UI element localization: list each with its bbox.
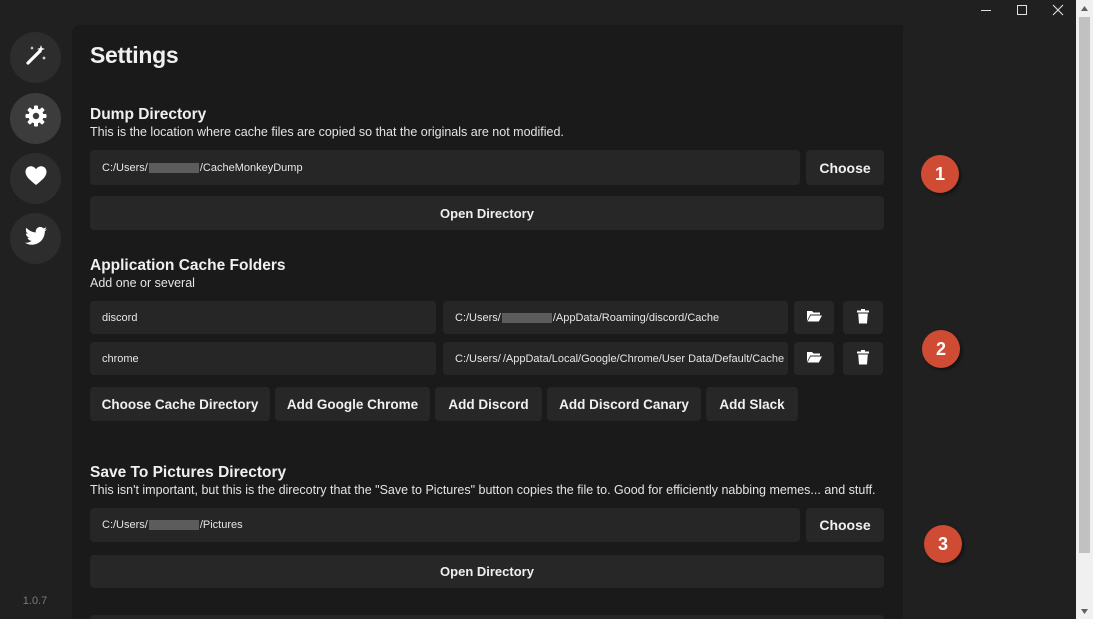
scrollbar-thumb[interactable]	[1079, 17, 1090, 553]
next-section-edge	[90, 615, 884, 619]
pictures-section-description: This isn't important, but this is the di…	[90, 483, 876, 497]
dump-section-description: This is the location where cache files a…	[90, 125, 564, 139]
settings-panel: Settings Dump Directory This is the loca…	[72, 25, 903, 619]
vertical-scrollbar[interactable]	[1076, 0, 1093, 619]
trash-icon	[857, 349, 869, 368]
cache-name-input[interactable]	[90, 301, 436, 334]
pictures-open-directory-button[interactable]: Open Directory	[90, 555, 884, 588]
annotation-badge: 1	[921, 155, 959, 193]
redacted-username	[148, 520, 199, 530]
pictures-path-input[interactable]: C:/Users//Pictures	[90, 508, 800, 542]
nav-magic-button[interactable]	[10, 32, 61, 83]
choose-cache-directory-button[interactable]: Choose Cache Directory	[90, 387, 270, 421]
scroll-up-arrow-icon[interactable]	[1076, 0, 1093, 16]
maximize-icon	[1016, 3, 1028, 21]
nav-favorites-button[interactable]	[10, 153, 61, 204]
gear-icon	[24, 104, 48, 133]
redacted-username	[148, 162, 199, 173]
dump-choose-button[interactable]: Choose	[806, 150, 884, 185]
pictures-section-title: Save To Pictures Directory	[90, 464, 287, 481]
add-slack-button[interactable]: Add Slack	[706, 387, 798, 421]
close-button[interactable]	[1048, 2, 1068, 22]
close-icon	[1052, 3, 1064, 21]
nav-rail: 1.0.7	[0, 0, 70, 619]
minimize-icon	[980, 3, 992, 21]
twitter-icon	[24, 224, 48, 253]
cache-section-description: Add one or several	[90, 276, 195, 290]
redacted-username	[501, 312, 552, 323]
dump-section-title: Dump Directory	[90, 106, 207, 123]
cache-path-input[interactable]: C:/Users//AppData/Roaming/discord/Cache	[443, 301, 788, 334]
nav-settings-button[interactable]	[10, 93, 61, 144]
cache-path-input[interactable]: C:/Users//AppData/Local/Google/Chrome/Us…	[443, 342, 788, 375]
maximize-button[interactable]	[1012, 2, 1032, 22]
cache-section-title: Application Cache Folders	[90, 257, 286, 274]
dump-path-input[interactable]: C:/Users//CacheMonkeyDump	[90, 150, 800, 185]
app-version: 1.0.7	[22, 595, 48, 607]
trash-icon	[857, 308, 869, 327]
folder-open-icon	[806, 350, 822, 367]
annotation-badge: 2	[922, 330, 960, 368]
dump-open-directory-button[interactable]: Open Directory	[90, 196, 884, 230]
annotation-badge: 3	[924, 525, 962, 563]
minimize-button[interactable]	[976, 2, 996, 22]
heart-icon	[24, 164, 48, 193]
cache-delete-button[interactable]	[843, 301, 883, 334]
cache-name-input[interactable]	[90, 342, 436, 375]
page-title: Settings	[90, 42, 179, 68]
cache-delete-button[interactable]	[843, 342, 883, 375]
scroll-down-arrow-icon[interactable]	[1076, 603, 1093, 619]
add-discord-button[interactable]: Add Discord	[435, 387, 542, 421]
folder-open-icon	[806, 309, 822, 326]
cache-browse-button[interactable]	[794, 301, 834, 334]
add-google-chrome-button[interactable]: Add Google Chrome	[275, 387, 430, 421]
add-discord-canary-button[interactable]: Add Discord Canary	[547, 387, 701, 421]
magic-wand-icon	[24, 43, 48, 72]
cache-browse-button[interactable]	[794, 342, 834, 375]
nav-twitter-button[interactable]	[10, 213, 61, 264]
pictures-choose-button[interactable]: Choose	[806, 508, 884, 542]
